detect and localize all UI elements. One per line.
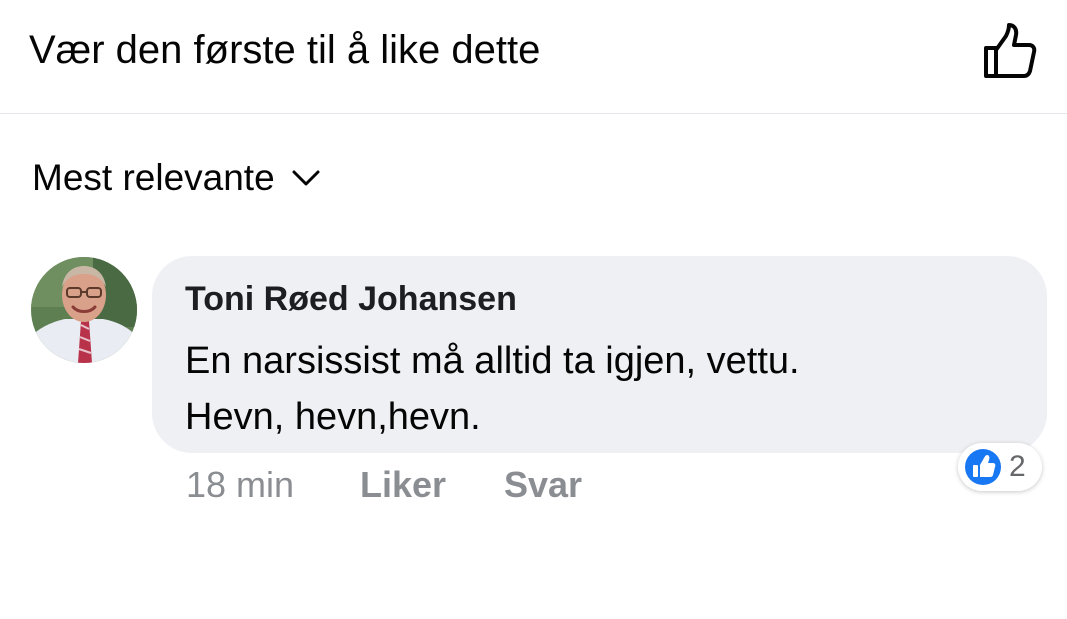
like-prompt-text: Vær den første til å like dette: [29, 28, 541, 72]
avatar[interactable]: [31, 257, 137, 363]
comment-author[interactable]: Toni Røed Johansen: [185, 278, 517, 320]
comment-text: En narsissist må alltid ta igjen, vettu.…: [185, 333, 1025, 445]
like-reaction-icon: [965, 449, 1001, 485]
comment-bubble: Toni Røed Johansen En narsissist må allt…: [152, 256, 1047, 453]
reaction-count: 2: [1009, 450, 1026, 483]
like-header: Vær den første til å like dette: [0, 0, 1067, 114]
thumbs-up-outline-icon[interactable]: [980, 22, 1038, 80]
comment-timestamp: 18 min: [186, 464, 295, 505]
sort-label: Mest relevante: [32, 157, 275, 198]
comment-text-line: En narsissist må alltid ta igjen, vettu.: [185, 340, 800, 382]
chevron-down-icon: [292, 170, 320, 186]
sort-dropdown[interactable]: Mest relevante: [32, 154, 323, 202]
like-button[interactable]: Liker: [360, 462, 446, 508]
comments-panel: Vær den første til å like dette Mest rel…: [0, 0, 1067, 619]
reply-button[interactable]: Svar: [504, 462, 582, 508]
reaction-summary[interactable]: 2: [958, 443, 1042, 491]
avatar-photo: [31, 257, 137, 363]
comment-text-line: Hevn, hevn,hevn.: [185, 396, 481, 438]
